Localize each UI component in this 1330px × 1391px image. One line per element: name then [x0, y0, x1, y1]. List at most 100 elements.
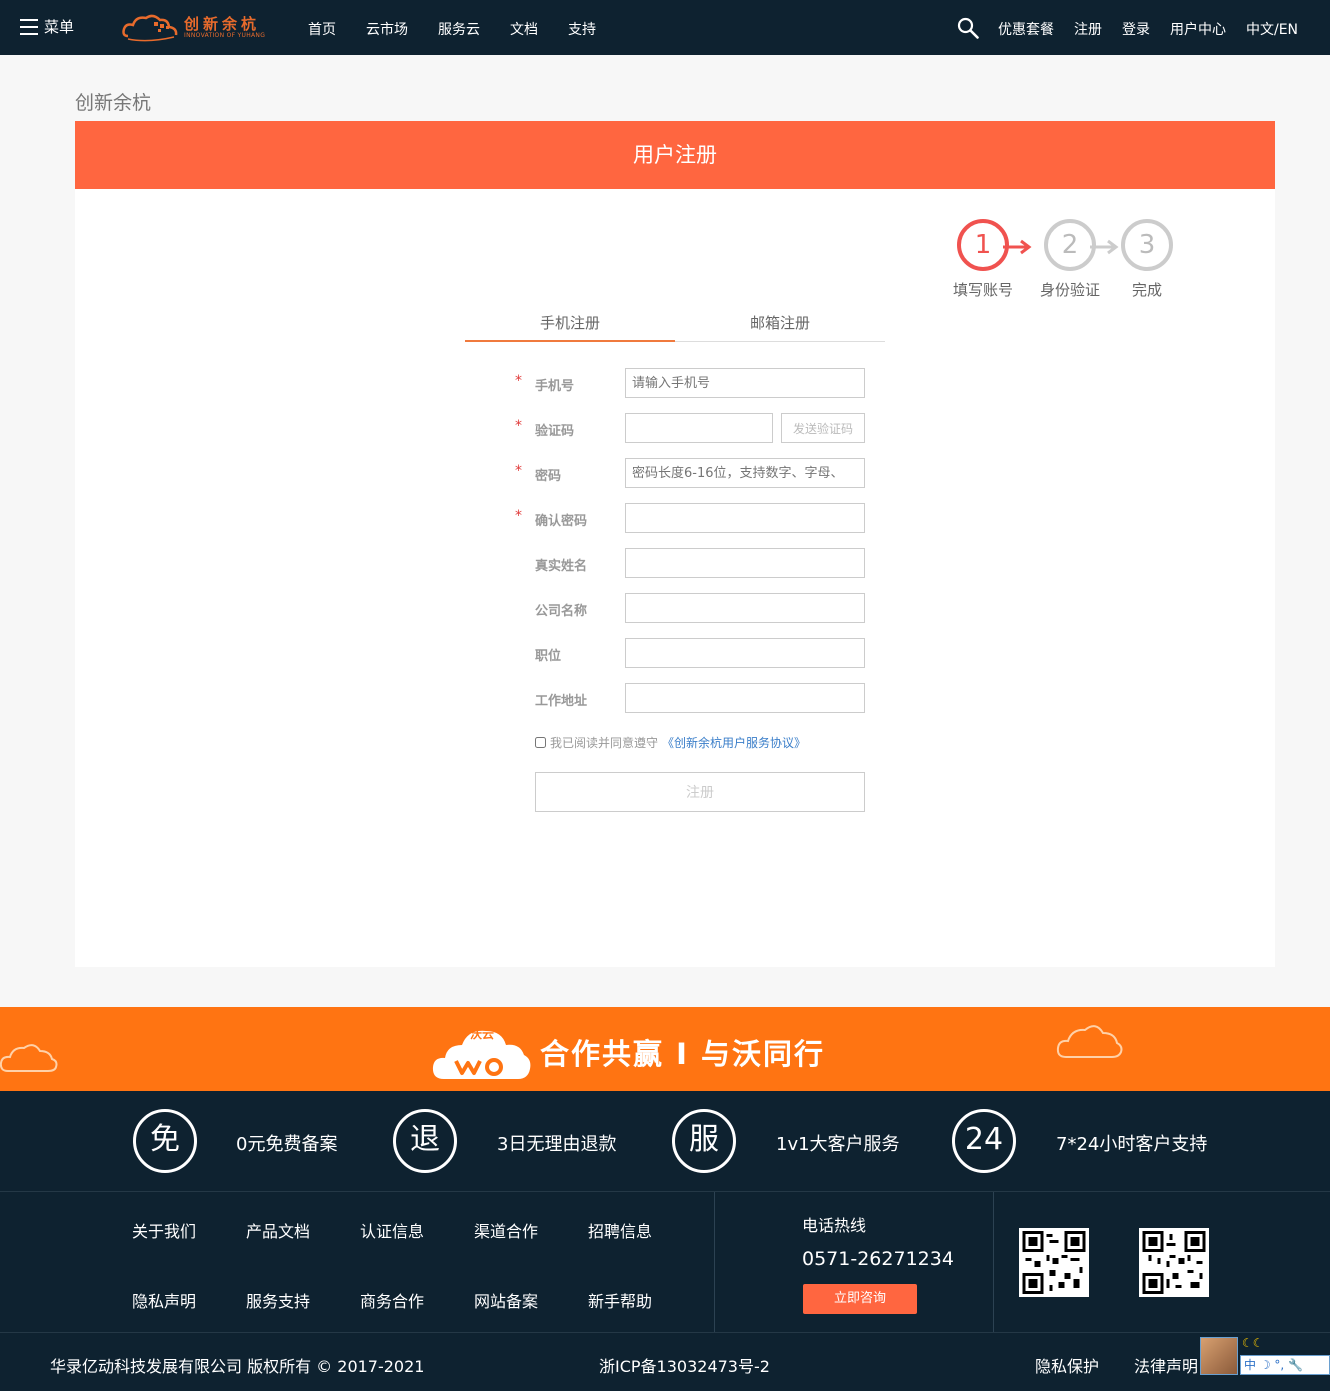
- form-row-phone: * 手机号: [515, 368, 875, 398]
- site-logo[interactable]: 创新余杭 INNOVATION OF YUHANG: [122, 10, 277, 44]
- top-nav: 菜单 创新余杭 INNOVATION OF YUHANG 首页 云市场 服务云 …: [0, 0, 1330, 55]
- agreement-link[interactable]: 《创新余杭用户服务协议》: [662, 734, 806, 751]
- footer-link-help[interactable]: 新手帮助: [588, 1288, 652, 1312]
- agree-text: 我已阅读并同意遵守: [550, 736, 659, 750]
- password-input[interactable]: [625, 458, 865, 488]
- menu-label: 菜单: [44, 18, 75, 36]
- banner-slogan: 合作共赢 I 与沃同行: [540, 1037, 825, 1071]
- confirm-password-input[interactable]: [625, 503, 865, 533]
- code-input[interactable]: [625, 413, 773, 443]
- register-tabs: 手机注册 邮箱注册: [465, 306, 885, 342]
- footer-link-privacy[interactable]: 隐私声明: [132, 1288, 196, 1312]
- feature-text: 3日无理由退款: [497, 1134, 617, 1155]
- nav-language[interactable]: 中文/EN: [1246, 19, 1298, 39]
- nav-docs[interactable]: 文档: [510, 19, 538, 39]
- search-icon[interactable]: [957, 17, 979, 39]
- required-mark: *: [515, 463, 522, 479]
- required-mark: *: [515, 418, 522, 434]
- required-mark: *: [515, 508, 522, 524]
- form-row-code: * 验证码 发送验证码: [515, 413, 875, 443]
- menu-button[interactable]: 菜单: [20, 16, 74, 37]
- footer-link-channel[interactable]: 渠道合作: [474, 1218, 538, 1242]
- qr-code-icon: [1139, 1228, 1209, 1297]
- nav-cloud-market[interactable]: 云市场: [366, 19, 408, 39]
- form-row-realname: 真实姓名: [515, 548, 875, 578]
- footer-link-jobs[interactable]: 招聘信息: [588, 1218, 652, 1242]
- nav-register[interactable]: 注册: [1074, 19, 1102, 39]
- free-icon: 免: [133, 1109, 197, 1173]
- privacy-link[interactable]: 隐私保护: [1035, 1353, 1099, 1377]
- nav-user-center[interactable]: 用户中心: [1170, 19, 1226, 39]
- ime-toolbar[interactable]: 中 ☽ °, 🔧: [1240, 1355, 1330, 1375]
- tab-phone[interactable]: 手机注册: [465, 312, 675, 342]
- form-row-address: 工作地址: [515, 683, 875, 713]
- feature-text: 0元免费备案: [236, 1134, 338, 1155]
- service-icon: 服: [672, 1109, 736, 1173]
- realname-label: 真实姓名: [535, 559, 588, 574]
- page-title: 用户注册: [75, 121, 1275, 189]
- form-row-password: * 密码: [515, 458, 875, 488]
- company-input[interactable]: [625, 593, 865, 623]
- moon-icon: ☾☾: [1242, 1336, 1264, 1350]
- logo-text: 创新余杭: [184, 15, 261, 33]
- avatar: [1200, 1337, 1238, 1375]
- position-input[interactable]: [625, 638, 865, 668]
- step-3: 3 完成: [1102, 219, 1192, 300]
- cloud-icon: [0, 1044, 58, 1072]
- nav-home[interactable]: 首页: [308, 19, 336, 39]
- agree-checkbox[interactable]: [535, 737, 546, 748]
- position-label: 职位: [535, 649, 562, 664]
- address-input[interactable]: [625, 683, 865, 713]
- footer-link-icp[interactable]: 网站备案: [474, 1288, 538, 1312]
- phone-label: 手机号: [535, 379, 575, 394]
- divider: [993, 1192, 994, 1332]
- address-label: 工作地址: [535, 694, 588, 709]
- realname-input[interactable]: [625, 548, 865, 578]
- company-label: 公司名称: [535, 604, 588, 619]
- step-1: 1 填写账号: [938, 219, 1032, 300]
- form-row-position: 职位: [515, 638, 875, 668]
- feature-strip: 免 0元免费备案 退 3日无理由退款 服 1v1大客户服务 24 7*24小时客…: [0, 1091, 1330, 1192]
- hamburger-icon: [20, 18, 38, 35]
- wo-cloud-logo-text: 沃云: [470, 1027, 495, 1041]
- send-code-button[interactable]: 发送验证码: [781, 413, 865, 443]
- nav-support[interactable]: 支持: [568, 19, 596, 39]
- footer-link-service[interactable]: 服务支持: [246, 1288, 310, 1312]
- footer-link-business[interactable]: 商务合作: [360, 1288, 424, 1312]
- tab-email[interactable]: 邮箱注册: [675, 312, 885, 342]
- required-mark: *: [515, 373, 522, 389]
- register-submit-button[interactable]: 注册: [535, 772, 865, 812]
- agreement: 我已阅读并同意遵守 《创新余杭用户服务协议》: [535, 734, 806, 751]
- form-row-company: 公司名称: [515, 593, 875, 623]
- cloud-logo-icon: [122, 14, 178, 42]
- consult-button[interactable]: 立即咨询: [803, 1284, 917, 1314]
- step-1-label: 填写账号: [952, 281, 1013, 299]
- footer-link-docs[interactable]: 产品文档: [246, 1218, 310, 1242]
- cloud-icon: [1056, 1025, 1123, 1058]
- divider: [714, 1192, 715, 1332]
- password-label: 密码: [535, 469, 562, 484]
- phone-input[interactable]: [625, 368, 865, 398]
- legal-link[interactable]: 法律声明: [1134, 1353, 1198, 1377]
- form-row-confirm: * 确认密码: [515, 503, 875, 533]
- bottom-bar: 华录亿动科技发展有限公司 版权所有 © 2017-2021 浙ICP备13032…: [0, 1333, 1330, 1391]
- hotline-title: 电话热线: [802, 1216, 867, 1235]
- ime-widget[interactable]: ☾☾ 中 ☽ °, 🔧: [1200, 1335, 1330, 1375]
- hotline-number: 0571-26271234: [802, 1248, 954, 1270]
- code-label: 验证码: [535, 424, 575, 439]
- footer-links: 关于我们 产品文档 认证信息 渠道合作 招聘信息 隐私声明 服务支持 商务合作 …: [0, 1192, 1330, 1333]
- icp-number[interactable]: 浙ICP备13032473号-2: [599, 1353, 770, 1377]
- feature-text: 7*24小时客户支持: [1056, 1134, 1208, 1155]
- step-3-label: 完成: [1131, 281, 1162, 299]
- logo-subtext: INNOVATION OF YUHANG: [184, 32, 266, 39]
- nav-service-cloud[interactable]: 服务云: [438, 19, 480, 39]
- register-card: 用户注册 1 填写账号 2 身份验证 3 完成 手机注册 邮箱注册 * 手机号 …: [75, 121, 1275, 967]
- breadcrumb: 创新余杭: [75, 92, 152, 114]
- confirm-label: 确认密码: [535, 514, 588, 529]
- footer-link-about[interactable]: 关于我们: [132, 1218, 196, 1242]
- footer-link-certification[interactable]: 认证信息: [360, 1218, 424, 1242]
- nav-promotions[interactable]: 优惠套餐: [998, 19, 1054, 39]
- step-3-circle: 3: [1121, 219, 1173, 271]
- nav-login[interactable]: 登录: [1122, 19, 1150, 39]
- promo-banner[interactable]: 沃云 合作共赢 I 与沃同行: [0, 1007, 1330, 1091]
